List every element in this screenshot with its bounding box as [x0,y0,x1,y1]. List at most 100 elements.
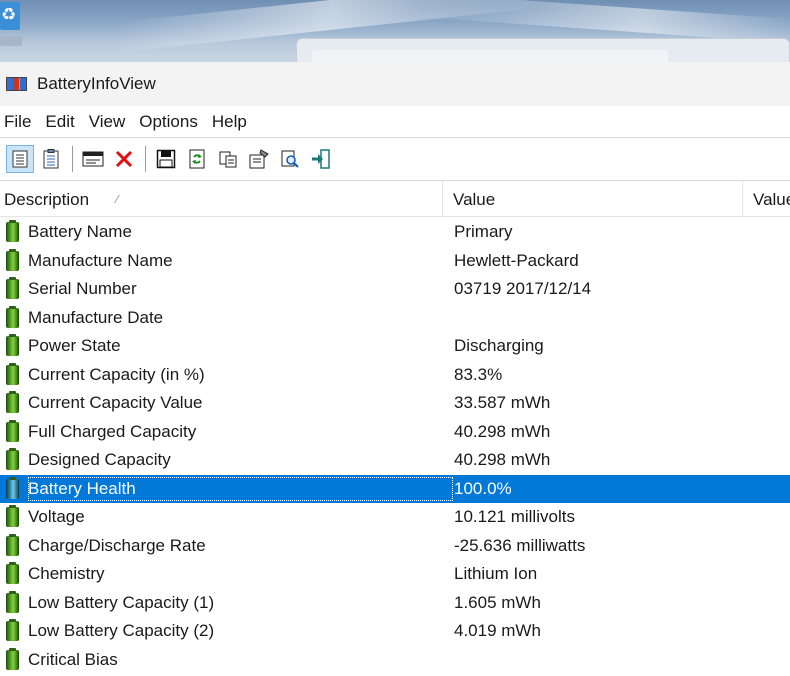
table-row[interactable]: Current Capacity Value 33.587 mWh [0,389,790,418]
row-value: -25.636 milliwatts [454,535,586,555]
battery-icon [6,277,19,300]
row-description: Battery Name [28,222,132,242]
row-description: Designed Capacity [28,450,171,470]
find-button[interactable] [276,145,304,173]
table-row[interactable]: Manufacture Name Hewlett-Packard [0,247,790,276]
table-row[interactable]: Critical Bias [0,646,790,675]
battery-icon [6,533,19,556]
table-row[interactable]: Voltage 10.121 millivolts [0,503,790,532]
window-icon [82,151,104,167]
row-description: Current Capacity Value [28,393,203,413]
battery-icon [6,476,19,499]
column-header-description[interactable]: Description ⁄ [0,181,443,217]
row-description: Manufacture Date [28,307,164,327]
row-description: Chemistry [28,564,105,584]
row-value: Primary [454,222,513,242]
properties-icon [249,149,269,169]
menu-help[interactable]: Help [208,106,257,137]
table-row[interactable]: Full Charged Capacity 40.298 mWh [0,418,790,447]
battery-icon [6,248,19,271]
recycle-bin-icon[interactable] [0,0,24,48]
save-button[interactable] [152,145,180,173]
list-header: Description ⁄ Value Value [0,181,790,217]
table-row[interactable]: Designed Capacity 40.298 mWh [0,446,790,475]
row-value: 4.019 mWh [454,621,541,641]
row-description: Full Charged Capacity [28,421,197,441]
battery-icon [6,220,19,243]
delete-x-icon [115,150,133,168]
row-value: 1.605 mWh [454,592,541,612]
copy-button[interactable] [214,145,242,173]
row-value: 83.3% [454,364,503,384]
refresh-icon [189,149,205,169]
battery-icon [6,448,19,471]
exit-icon [312,149,330,169]
toolbar [0,137,790,181]
column-header-label: Description [4,190,90,209]
row-value: Hewlett-Packard [454,250,579,270]
row-description: Voltage [28,507,85,527]
battery-icon [6,562,19,585]
menu-bar: File Edit View Options Help [0,106,790,137]
menu-file[interactable]: File [0,106,41,137]
row-description: Power State [28,336,121,356]
battery-icon [6,419,19,442]
title-bar[interactable]: BatteryInfoView [0,62,790,106]
table-row[interactable]: Chemistry Lithium Ion [0,560,790,589]
row-description: Low Battery Capacity (1) [28,592,215,612]
row-description: Critical Bias [28,649,118,669]
battery-icon [6,619,19,642]
row-description: Low Battery Capacity (2) [28,621,215,641]
table-row[interactable]: Current Capacity (in %) 83.3% [0,361,790,390]
row-value: Discharging [454,336,544,356]
battery-icon [6,647,19,670]
battery-icon [6,505,19,528]
battery-app-icon [6,75,28,93]
battery-icon [6,590,19,613]
column-header-value-2[interactable]: Value [743,181,790,217]
refresh-button[interactable] [183,145,211,173]
row-value: 10.121 millivolts [454,507,575,527]
list-view-button[interactable] [6,145,34,173]
save-icon [156,149,176,169]
list-view-icon [12,150,28,168]
details-view-button[interactable] [37,145,65,173]
row-value: Lithium Ion [454,564,538,584]
menu-options[interactable]: Options [135,106,208,137]
row-value: 100.0% [454,478,512,498]
battery-icon [6,305,19,328]
table-row[interactable]: Battery Name Primary [0,218,790,247]
table-row[interactable]: Low Battery Capacity (1) 1.605 mWh [0,589,790,618]
menu-view[interactable]: View [85,106,136,137]
menu-edit[interactable]: Edit [41,106,84,137]
column-header-value[interactable]: Value [443,181,743,217]
table-row[interactable]: Low Battery Capacity (2) 4.019 mWh [0,617,790,646]
toolbar-separator [145,146,146,172]
table-row[interactable]: Charge/Discharge Rate -25.636 milliwatts [0,532,790,561]
details-view-icon [43,149,59,169]
desktop-background [0,0,790,62]
sort-indicator-icon: ⁄ [116,193,118,206]
delete-button[interactable] [110,145,138,173]
recycle-bin-body [0,2,20,30]
row-description: Battery Health [28,476,453,501]
table-row[interactable]: Battery Health 100.0% [0,474,790,503]
recycle-bin-base [0,36,22,46]
row-description: Manufacture Name [28,250,173,270]
list-rows: Battery Name Primary Manufacture Name Hewle… [0,218,790,674]
window-title: BatteryInfoView [37,74,156,93]
find-icon [281,150,299,168]
toolbar-separator [72,146,73,172]
battery-info-list[interactable]: Description ⁄ Value Value Battery Name Pr… [0,181,790,676]
battery-icon [6,391,19,414]
row-value: 40.298 mWh [454,450,551,470]
row-description: Charge/Discharge Rate [28,535,206,555]
html-report-button[interactable] [79,145,107,173]
table-row[interactable]: Serial Number 03719 2017/12/14 [0,275,790,304]
cloud-streak [420,0,790,43]
table-row[interactable]: Manufacture Date [0,304,790,333]
exit-button[interactable] [307,145,335,173]
table-row[interactable]: Power State Discharging [0,332,790,361]
properties-button[interactable] [245,145,273,173]
row-value: 40.298 mWh [454,421,551,441]
